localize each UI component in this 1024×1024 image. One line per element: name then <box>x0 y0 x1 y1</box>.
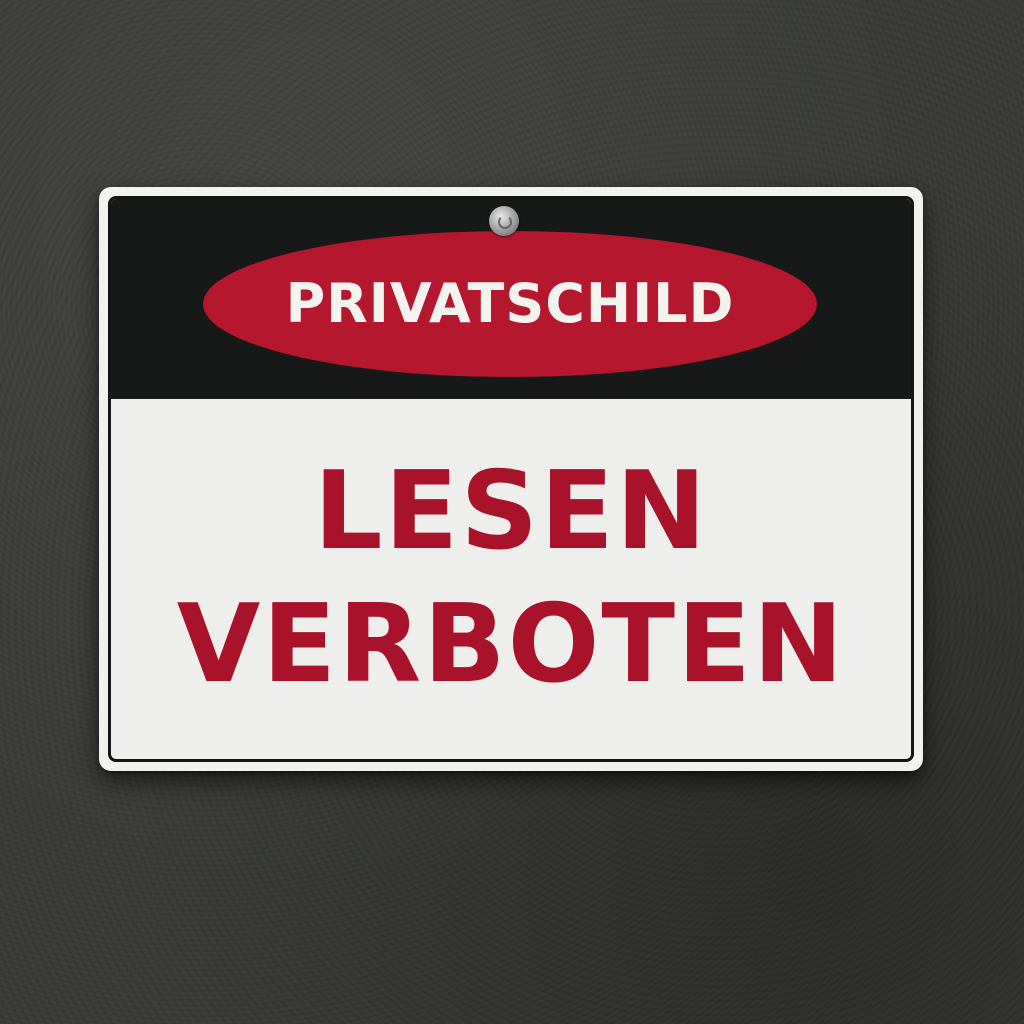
sign-line-1: LESEN <box>313 449 709 575</box>
sign-border: PRIVATSCHILD LESEN VERBOTEN <box>108 196 914 762</box>
screw-icon <box>489 206 519 236</box>
sign-body: LESEN VERBOTEN <box>111 399 911 759</box>
sign-plate: PRIVATSCHILD LESEN VERBOTEN <box>99 187 923 771</box>
header-oval: PRIVATSCHILD <box>203 231 817 377</box>
header-label: PRIVATSCHILD <box>285 272 735 335</box>
sign-line-2: VERBOTEN <box>176 582 846 707</box>
